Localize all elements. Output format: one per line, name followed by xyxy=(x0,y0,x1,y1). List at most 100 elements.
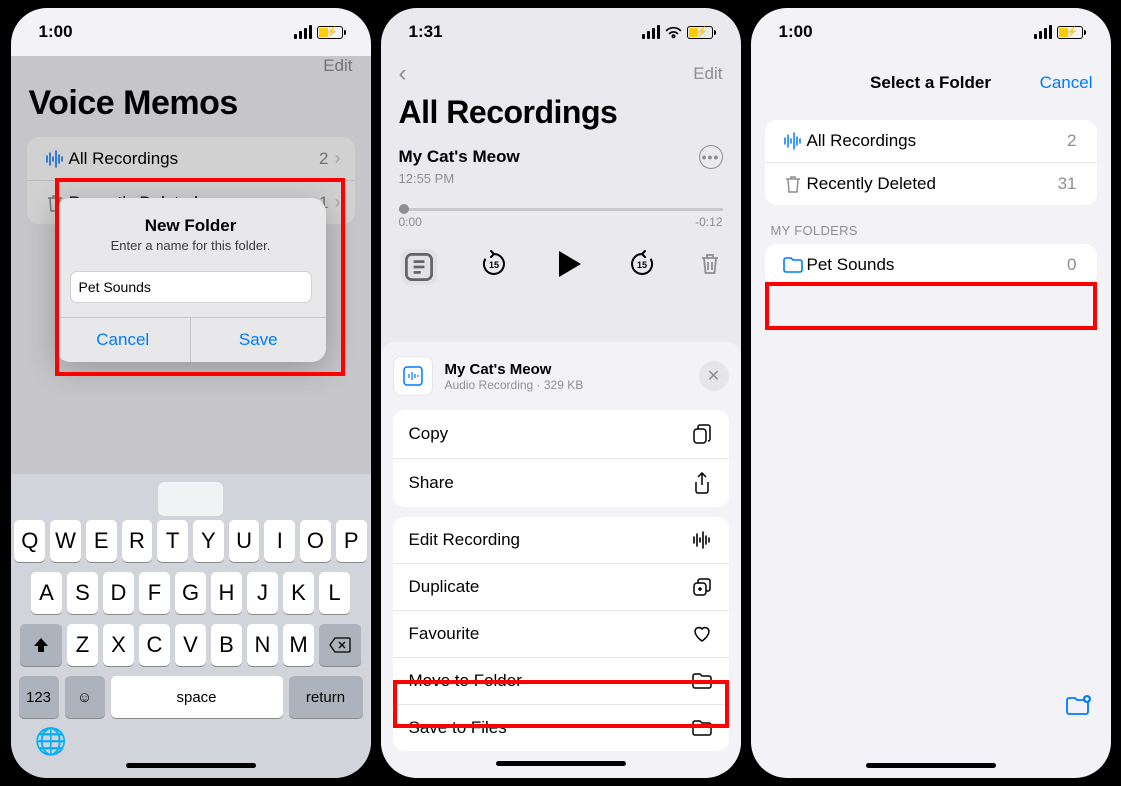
clock: 1:31 xyxy=(409,22,443,42)
screen-all-recordings: 1:31 ⚡ ‹ Edit All Recordings My Cat's Me… xyxy=(381,8,741,778)
key-o[interactable]: O xyxy=(300,520,331,562)
screen-select-folder: 1:00 ⚡ Select a Folder Cancel All Record… xyxy=(751,8,1111,778)
key-y[interactable]: Y xyxy=(193,520,224,562)
new-folder-alert: New Folder Enter a name for this folder.… xyxy=(56,198,326,362)
key-t[interactable]: T xyxy=(157,520,188,562)
waveform-icon xyxy=(691,531,713,549)
battery-icon: ⚡ xyxy=(1057,26,1083,39)
svg-text:15: 15 xyxy=(488,260,498,270)
page-title: All Recordings xyxy=(381,94,741,145)
key-z[interactable]: Z xyxy=(67,624,98,666)
key-v[interactable]: V xyxy=(175,624,206,666)
key-i[interactable]: I xyxy=(264,520,295,562)
action-copy[interactable]: Copy xyxy=(393,410,729,459)
nav-bar: Select a Folder Cancel xyxy=(751,60,1111,106)
clock: 1:00 xyxy=(779,22,813,42)
options-button[interactable] xyxy=(401,249,437,285)
key-u[interactable]: U xyxy=(229,520,260,562)
recording-time: 12:55 PM xyxy=(399,171,723,186)
nav-bar: ‹ Edit xyxy=(381,56,741,94)
key-l[interactable]: L xyxy=(319,572,350,614)
folder-icon xyxy=(779,256,807,274)
screen-voice-memos: 1:00 ⚡ Edit Voice Memos All Recordings 2… xyxy=(11,8,371,778)
home-indicator xyxy=(496,761,626,766)
key-h[interactable]: H xyxy=(211,572,242,614)
emoji-key[interactable]: ☺ xyxy=(65,676,105,718)
alert-message: Enter a name for this folder. xyxy=(72,238,310,253)
key-x[interactable]: X xyxy=(103,624,134,666)
row-all-recordings[interactable]: All Recordings 2 xyxy=(765,120,1097,163)
row-label: Pet Sounds xyxy=(807,255,1068,275)
row-recently-deleted[interactable]: Recently Deleted 31 xyxy=(765,163,1097,205)
recording-card: My Cat's Meow ••• 12:55 PM 0:00-0:12 15 … xyxy=(381,145,741,286)
keyboard[interactable]: QWERTYUIOP ASDFGHJKL ZXCVBNM 123 ☺ space… xyxy=(11,474,371,778)
folder-icon xyxy=(691,672,713,690)
section-header: My Folders xyxy=(765,205,1097,244)
return-key[interactable]: return xyxy=(289,676,363,718)
backspace-key[interactable] xyxy=(319,624,361,666)
key-q[interactable]: Q xyxy=(14,520,45,562)
row-count: 2 xyxy=(1067,131,1076,151)
sheet-title: My Cat's Meow xyxy=(445,361,687,378)
row-count: 0 xyxy=(1067,255,1076,275)
status-bar: 1:00 ⚡ xyxy=(751,8,1111,56)
row-pet-sounds[interactable]: Pet Sounds 0 xyxy=(765,244,1097,286)
signal-icon xyxy=(1034,25,1052,39)
edit-button[interactable]: Edit xyxy=(693,64,722,84)
number-key[interactable]: 123 xyxy=(19,676,59,718)
key-w[interactable]: W xyxy=(50,520,81,562)
key-r[interactable]: R xyxy=(122,520,153,562)
action-move-to-folder[interactable]: Move to Folder xyxy=(393,658,729,705)
key-b[interactable]: B xyxy=(211,624,242,666)
cancel-button[interactable]: Cancel xyxy=(1040,73,1093,93)
play-button[interactable] xyxy=(551,247,585,286)
action-save-to-files[interactable]: Save to Files xyxy=(393,705,729,751)
skip-forward-icon[interactable]: 15 xyxy=(627,249,657,284)
key-p[interactable]: P xyxy=(336,520,367,562)
new-folder-button[interactable] xyxy=(1065,695,1091,722)
action-favourite[interactable]: Favourite xyxy=(393,611,729,658)
kb-row2: ASDFGHJKL xyxy=(15,572,367,614)
globe-icon[interactable]: 🌐 xyxy=(35,726,67,757)
clock: 1:00 xyxy=(39,22,73,42)
back-button[interactable]: ‹ xyxy=(399,60,407,88)
close-button[interactable]: ✕ xyxy=(699,361,729,391)
key-g[interactable]: G xyxy=(175,572,206,614)
space-key[interactable]: space xyxy=(111,676,283,718)
key-e[interactable]: E xyxy=(86,520,117,562)
recording-thumbnail-icon xyxy=(393,356,433,396)
copy-icon xyxy=(691,423,713,445)
skip-back-icon[interactable]: 15 xyxy=(479,249,509,284)
action-share[interactable]: Share xyxy=(393,459,729,507)
sheet-subtitle: Audio Recording · 329 KB xyxy=(445,378,687,392)
signal-icon xyxy=(642,25,660,39)
key-a[interactable]: A xyxy=(31,572,62,614)
more-button[interactable]: ••• xyxy=(699,145,723,169)
cancel-button[interactable]: Cancel xyxy=(56,318,192,362)
share-sheet: My Cat's Meow Audio Recording · 329 KB ✕… xyxy=(381,342,741,778)
wifi-icon xyxy=(665,26,682,39)
home-indicator xyxy=(126,763,256,768)
remain: -0:12 xyxy=(695,215,722,229)
delete-button[interactable] xyxy=(699,252,721,281)
key-n[interactable]: N xyxy=(247,624,278,666)
scrubber[interactable] xyxy=(399,208,723,211)
waveform-icon xyxy=(779,132,807,150)
elapsed: 0:00 xyxy=(399,215,422,229)
row-label: Recently Deleted xyxy=(807,174,1058,194)
action-edit-recording[interactable]: Edit Recording xyxy=(393,517,729,564)
key-k[interactable]: K xyxy=(283,572,314,614)
action-duplicate[interactable]: Duplicate xyxy=(393,564,729,611)
key-d[interactable]: D xyxy=(103,572,134,614)
battery-icon: ⚡ xyxy=(317,26,343,39)
key-m[interactable]: M xyxy=(283,624,314,666)
save-button[interactable]: Save xyxy=(191,318,326,362)
key-f[interactable]: F xyxy=(139,572,170,614)
trash-icon xyxy=(779,174,807,194)
key-s[interactable]: S xyxy=(67,572,98,614)
key-c[interactable]: C xyxy=(139,624,170,666)
shift-key[interactable] xyxy=(20,624,62,666)
page-title: Select a Folder xyxy=(870,73,991,93)
folder-name-input[interactable] xyxy=(70,271,312,303)
key-j[interactable]: J xyxy=(247,572,278,614)
